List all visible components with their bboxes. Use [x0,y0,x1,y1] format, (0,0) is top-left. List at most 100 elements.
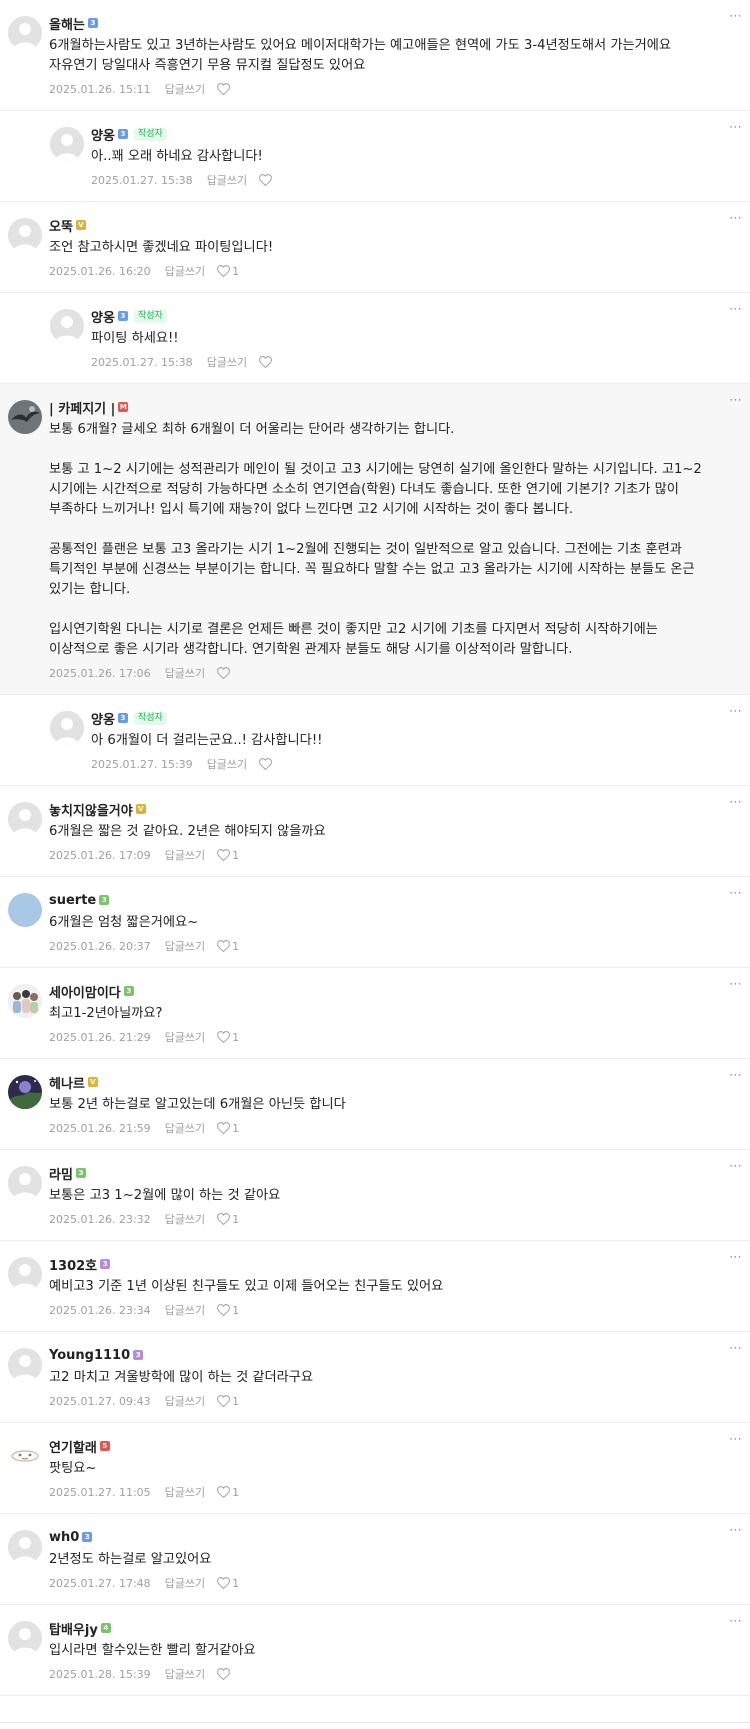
comment-date: 2025.01.27. 15:39 [91,757,193,771]
reply-button[interactable]: 답글쓰기 [165,81,205,97]
nickname[interactable]: Young1110 [49,1348,130,1363]
like-button[interactable] [259,356,274,368]
like-button[interactable] [259,758,274,770]
like-button[interactable]: 1 [217,1486,239,1499]
reply-button[interactable]: 답글쓰기 [165,263,205,279]
reply-button[interactable]: 답글쓰기 [207,756,247,772]
nickname[interactable]: 라밈 [49,1164,73,1183]
reply-button[interactable]: 답글쓰기 [165,1575,205,1591]
more-icon[interactable]: ⋯ [726,796,744,812]
avatar[interactable] [50,711,84,745]
more-icon[interactable]: ⋯ [726,1524,744,1540]
nickname[interactable]: 양옹 [91,709,115,728]
more-icon[interactable]: ⋯ [726,1251,744,1267]
more-icon[interactable]: ⋯ [726,1433,744,1449]
nickname[interactable]: suerte [49,893,96,908]
member-level-icon: 4 [100,1623,111,1633]
nickname[interactable]: 올해는 [49,14,85,33]
more-icon[interactable]: ⋯ [726,705,744,721]
comment-item: suerte 3 6개월은 엄청 짧은거에요~ 2025.01.26. 20:37 답글… [0,877,750,968]
like-button[interactable]: 1 [217,1304,239,1317]
reply-button[interactable]: 답글쓰기 [207,172,247,188]
nickname[interactable]: 양옹 [91,125,115,144]
more-icon[interactable]: ⋯ [726,303,744,319]
reply-button[interactable]: 답글쓰기 [165,1484,205,1500]
like-button[interactable]: 1 [217,1577,239,1590]
nickname[interactable]: 오뚝 [49,216,73,235]
avatar[interactable] [50,127,84,161]
comment-date: 2025.01.27. 11:05 [49,1485,151,1499]
nickname[interactable]: | 카페지기 | [49,398,115,417]
comment-header: | 카페지기 | M [49,398,710,417]
avatar[interactable] [8,802,42,836]
reply-button[interactable]: 답글쓰기 [165,1666,205,1682]
comment-header: 1302호 3 [49,1255,710,1274]
avatar[interactable] [8,1530,42,1564]
like-button[interactable]: 1 [217,1213,239,1226]
heart-icon [217,1668,231,1680]
like-button[interactable]: 1 [217,1031,239,1044]
comment-meta: 2025.01.27. 17:48 답글쓰기 1 [49,1575,710,1591]
avatar[interactable] [8,1621,42,1655]
member-level-icon: M [118,402,129,412]
reply-button[interactable]: 답글쓰기 [165,938,205,954]
reply-button[interactable]: 답글쓰기 [165,1302,205,1318]
avatar[interactable] [8,1075,42,1109]
nickname[interactable]: 탑배우jy [49,1619,98,1638]
reply-button[interactable]: 답글쓰기 [165,1120,205,1136]
avatar[interactable] [8,1348,42,1382]
comment-date: 2025.01.27. 17:48 [49,1576,151,1590]
comment-header: 양옹 3 작성자 [91,709,710,728]
avatar[interactable] [8,1439,42,1473]
reply-button[interactable]: 답글쓰기 [207,354,247,370]
avatar[interactable] [8,984,42,1018]
more-icon[interactable]: ⋯ [726,1615,744,1631]
more-icon[interactable]: ⋯ [726,212,744,228]
comment-date: 2025.01.27. 15:38 [91,173,193,187]
avatar[interactable] [8,893,42,927]
more-icon[interactable]: ⋯ [726,978,744,994]
like-button[interactable]: 1 [217,265,239,278]
more-icon[interactable]: ⋯ [726,887,744,903]
nickname[interactable]: 양옹 [91,307,115,326]
more-icon[interactable]: ⋯ [726,1069,744,1085]
nickname[interactable]: wh0 [49,1530,79,1545]
nickname[interactable]: 세아이맘이다 [49,982,121,1001]
like-button[interactable]: 1 [217,940,239,953]
avatar[interactable] [8,218,42,252]
avatar[interactable] [8,1166,42,1200]
like-count: 1 [232,1121,240,1135]
reply-button[interactable]: 답글쓰기 [165,1029,205,1045]
member-level-icon: 3 [117,129,128,139]
more-icon[interactable]: ⋯ [726,121,744,137]
nickname[interactable]: 놓치지않을거야 [49,800,133,819]
reply-button[interactable]: 답글쓰기 [165,665,205,681]
comment-text: 보통은 고3 1~2월에 많이 하는 것 같아요 [49,1188,281,1203]
like-button[interactable] [217,667,232,679]
reply-button[interactable]: 답글쓰기 [165,1211,205,1227]
comment-item: | 카페지기 | M 보통 6개월? 글세오 최하 6개월이 더 어울리는 단어라 … [0,384,750,695]
heart-icon [217,1122,231,1134]
more-icon[interactable]: ⋯ [726,10,744,26]
like-button[interactable]: 1 [217,1122,239,1135]
comment-date: 2025.01.26. 20:37 [49,939,151,953]
avatar[interactable] [8,16,42,50]
like-button[interactable] [217,1668,232,1680]
nickname[interactable]: 연기할래 [49,1437,97,1456]
like-button[interactable] [259,174,274,186]
member-level-icon: 3 [100,1259,111,1269]
nickname[interactable]: 1302호 [49,1255,97,1274]
more-icon[interactable]: ⋯ [726,1342,744,1358]
more-icon[interactable]: ⋯ [726,394,744,410]
reply-button[interactable]: 답글쓰기 [165,847,205,863]
avatar[interactable] [8,400,42,434]
like-button[interactable]: 1 [217,849,239,862]
avatar[interactable] [8,1257,42,1291]
like-button[interactable] [217,83,232,95]
like-button[interactable]: 1 [217,1395,239,1408]
nickname[interactable]: 헤나르 [49,1073,85,1092]
avatar[interactable] [50,309,84,343]
more-icon[interactable]: ⋯ [726,1160,744,1176]
comment-text: 아 6개월이 더 걸리는군요..! 감사합니다!! [91,733,323,748]
reply-button[interactable]: 답글쓰기 [165,1393,205,1409]
